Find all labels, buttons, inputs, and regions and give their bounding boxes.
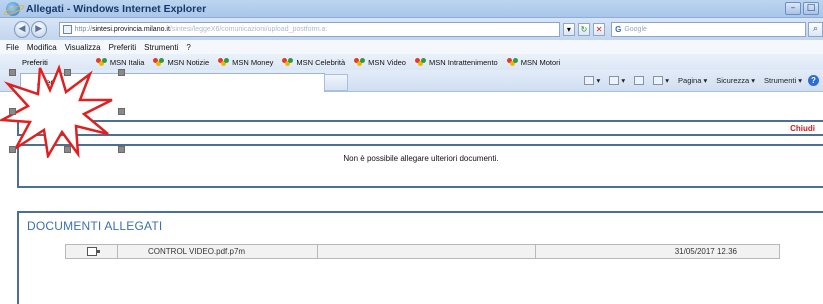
command-bar: ▾ ▾ ▾ Pagina ▾ Sicurezza ▾ Strumenti ▾ ? <box>575 75 819 86</box>
window-title-bar: Allegati - Windows Internet Explorer – □ <box>0 0 823 18</box>
msn-icon <box>218 58 230 66</box>
mail-icon[interactable] <box>634 76 645 86</box>
resize-handle[interactable] <box>9 108 16 115</box>
favorites-bar: Preferiti MSN Italia MSN Notizie MSN Mon… <box>0 54 823 70</box>
help-icon[interactable]: ? <box>808 75 819 86</box>
search-placeholder: Google <box>624 25 647 33</box>
menu-help[interactable]: ? <box>186 43 190 52</box>
menu-modifica[interactable]: Modifica <box>27 43 57 52</box>
favorite-link[interactable]: MSN Money <box>218 58 273 67</box>
refresh-icon[interactable]: ↻ <box>577 22 590 36</box>
dropdown-arrow-icon[interactable]: ▾ <box>562 22 575 36</box>
stop-icon[interactable]: ✕ <box>592 22 606 36</box>
close-link[interactable]: Chiudi <box>790 124 815 133</box>
page-content: Chiudi Non è possibile allegare ulterior… <box>0 93 823 304</box>
search-icon[interactable]: ⌕ <box>808 21 823 37</box>
menu-strumenti[interactable]: Strumenti <box>144 43 178 52</box>
address-input[interactable]: http://sintesi.provincia.milano.it/sinte… <box>58 21 560 37</box>
msn-icon <box>153 58 165 66</box>
forward-button[interactable]: ▶ <box>30 20 47 38</box>
resize-handle[interactable] <box>118 108 125 115</box>
table-row: CONTROL VIDEO.pdf.p7m 31/05/2017 12.36 <box>65 244 780 259</box>
page-icon <box>62 24 72 34</box>
document-icon[interactable] <box>86 247 100 256</box>
menu-preferiti[interactable]: Preferiti <box>109 43 137 52</box>
msn-icon <box>282 58 294 66</box>
resize-handle[interactable] <box>64 69 71 76</box>
print-icon[interactable]: ▾ <box>653 76 669 86</box>
message-panel: Non è possibile allegare ulteriori docum… <box>17 144 823 188</box>
favorite-link[interactable]: MSN Video <box>354 58 406 67</box>
starburst-annotation <box>0 64 113 158</box>
empty-cell <box>318 245 536 258</box>
window-controls: – □ <box>785 2 819 15</box>
view-document-cell[interactable] <box>66 245 118 258</box>
address-toolbar: ◀ ▶ http://sintesi.provincia.milano.it/s… <box>0 18 823 40</box>
favorite-link[interactable]: MSN Notizie <box>153 58 209 67</box>
resize-handle[interactable] <box>9 146 16 153</box>
resize-handle[interactable] <box>9 69 16 76</box>
menu-visualizza[interactable]: Visualizza <box>65 43 101 52</box>
menu-file[interactable]: File <box>6 43 19 52</box>
tools-menu[interactable]: Strumenti ▾ <box>764 76 802 85</box>
info-message: Non è possibile allegare ulteriori docum… <box>343 154 499 163</box>
msn-icon <box>354 58 366 66</box>
internet-explorer-icon <box>6 1 20 16</box>
new-tab-button[interactable] <box>324 74 348 91</box>
document-name: CONTROL VIDEO.pdf.p7m <box>118 245 318 258</box>
resize-handle[interactable] <box>64 146 71 153</box>
google-icon: G <box>615 24 622 34</box>
url-text: http://sintesi.provincia.milano.it <box>74 25 170 33</box>
resize-handle[interactable] <box>118 146 125 153</box>
menu-bar: File Modifica Visualizza Preferiti Strum… <box>0 40 823 54</box>
resize-handle[interactable] <box>118 69 125 76</box>
window-title: Allegati - Windows Internet Explorer <box>26 2 207 15</box>
feeds-icon[interactable]: ▾ <box>609 76 625 86</box>
minimize-icon[interactable]: – <box>785 2 801 15</box>
search-input[interactable]: G Google <box>611 21 807 37</box>
favorite-link[interactable]: MSN Motori <box>506 58 560 67</box>
url-path: /sintesi/leggeX6/comunicazioni/upload_po… <box>169 25 328 33</box>
attached-documents-panel: DOCUMENTI ALLEGATI CONTROL VIDEO.pdf.p7m… <box>17 211 823 304</box>
documents-title: DOCUMENTI ALLEGATI <box>27 219 163 233</box>
favorite-link[interactable]: MSN Celebrità <box>282 58 345 67</box>
maximize-icon[interactable]: □ <box>803 2 819 15</box>
security-menu[interactable]: Sicurezza ▾ <box>716 76 755 85</box>
msn-icon <box>506 58 518 66</box>
document-date: 31/05/2017 12.36 <box>674 247 737 256</box>
favorite-link[interactable]: MSN Intrattenimento <box>414 58 498 67</box>
home-icon[interactable]: ▾ <box>584 76 600 86</box>
msn-icon <box>414 58 426 66</box>
back-button[interactable]: ◀ <box>14 20 30 38</box>
page-menu[interactable]: Pagina ▾ <box>678 76 707 85</box>
close-bar: Chiudi <box>17 120 823 136</box>
